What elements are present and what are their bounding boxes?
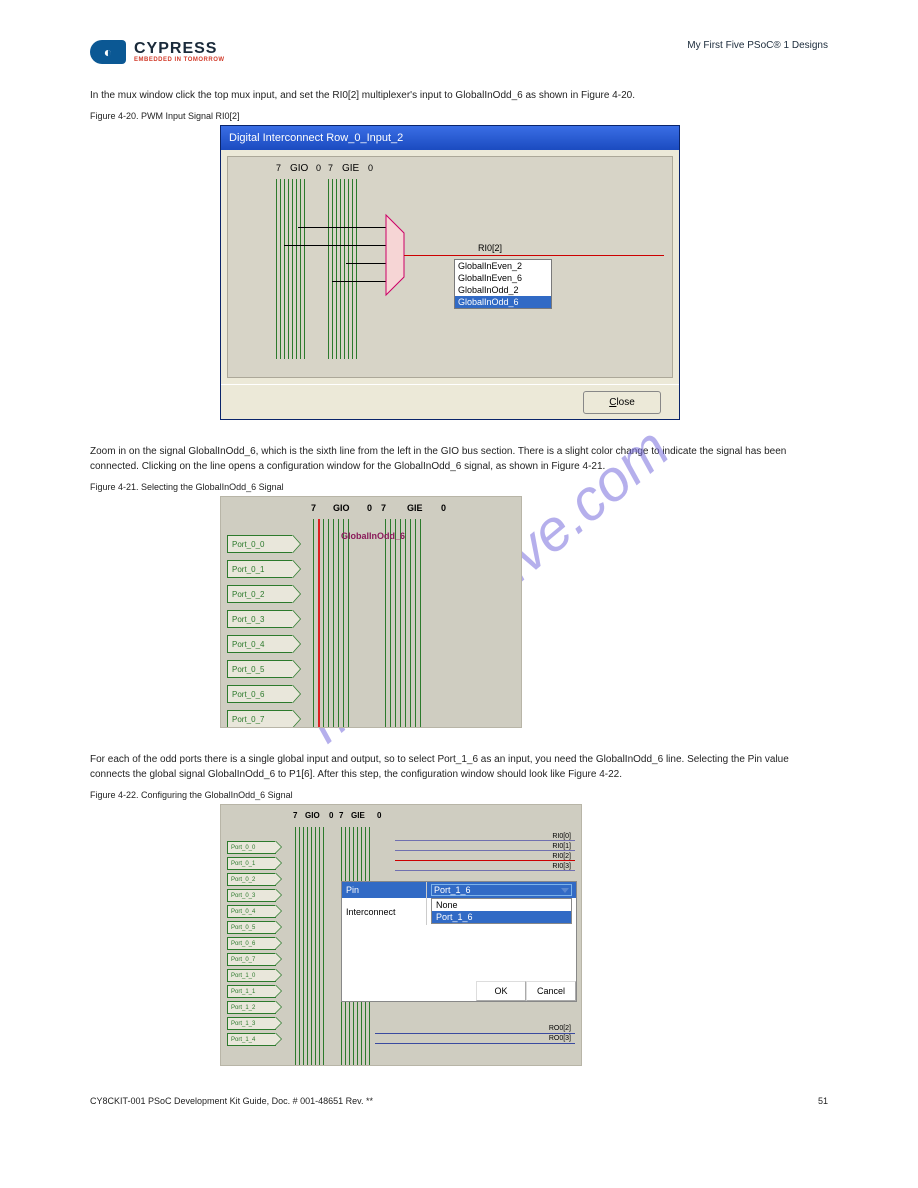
bus-num-0a: 0 bbox=[367, 503, 372, 513]
bus-num-7a: 7 bbox=[293, 811, 297, 820]
mux-icon[interactable] bbox=[384, 213, 406, 297]
bus-label-gie: GIE bbox=[407, 503, 423, 513]
figure-2: 7 GIO 0 7 GIE 0 GlobalInOdd_6 Port_0_0 P… bbox=[220, 496, 522, 728]
dialog-title: Digital Interconnect Row_0_Input_2 bbox=[229, 132, 403, 144]
pin-value: Port_1_6 bbox=[434, 885, 471, 895]
page-number: 51 bbox=[818, 1096, 828, 1106]
port-tag[interactable]: Port_1_0 bbox=[227, 969, 276, 982]
dropdown-option[interactable]: GlobalInEven_2 bbox=[455, 260, 551, 272]
row-output-label: RO0[3] bbox=[549, 1035, 571, 1042]
bus-num-0b: 0 bbox=[441, 503, 446, 513]
port-tag[interactable]: Port_1_2 bbox=[227, 1001, 276, 1014]
cancel-button[interactable]: Cancel bbox=[526, 981, 576, 1001]
signal-label: GlobalInOdd_6 bbox=[341, 531, 405, 541]
dropdown-option[interactable]: GlobalInEven_6 bbox=[455, 272, 551, 284]
footer-doc-id: CY8CKIT-001 PSoC Development Kit Guide, … bbox=[90, 1096, 373, 1106]
paragraph: In the mux window click the top mux inpu… bbox=[90, 88, 828, 103]
bus-num-7a: 7 bbox=[311, 503, 316, 513]
port-tag[interactable]: Port_1_1 bbox=[227, 985, 276, 998]
pin-select[interactable]: Port_1_6 bbox=[431, 884, 572, 896]
mux-input-dropdown[interactable]: GlobalInEven_2 GlobalInEven_6 GlobalInOd… bbox=[454, 259, 552, 309]
bus-num-0b: 0 bbox=[377, 811, 381, 820]
port-tag[interactable]: Port_0_3 bbox=[227, 889, 276, 902]
dropdown-option-selected[interactable]: GlobalInOdd_6 bbox=[455, 296, 551, 308]
row-output-label: RO0[2] bbox=[549, 1025, 571, 1032]
port-tag[interactable]: Port_0_4 bbox=[227, 635, 293, 653]
figure-caption: Figure 4-20. PWM Input Signal RI0[2] bbox=[90, 111, 828, 121]
doc-section-title: My First Five PSoC® 1 Designs bbox=[687, 40, 828, 51]
figure-caption: Figure 4-21. Selecting the GlobalInOdd_6… bbox=[90, 482, 828, 492]
bus-label-gie: GIE bbox=[342, 163, 359, 174]
figure-3: 7 GIO 0 7 GIE 0 RI0[0] RI0[1] RI0[2] RI0… bbox=[220, 804, 582, 1066]
port-tag[interactable]: Port_0_1 bbox=[227, 857, 276, 870]
port-tag[interactable]: Port_0_1 bbox=[227, 560, 293, 578]
bus-label-gio: GIO bbox=[333, 503, 350, 513]
dropdown-option[interactable]: GlobalInOdd_2 bbox=[455, 284, 551, 296]
row-input-label: RI0[3] bbox=[552, 863, 571, 870]
bus-num-0b: 0 bbox=[368, 163, 373, 173]
bus-num-0a: 0 bbox=[329, 811, 333, 820]
port-tag[interactable]: Port_0_2 bbox=[227, 873, 276, 886]
port-tag[interactable]: Port_0_6 bbox=[227, 937, 276, 950]
port-tag[interactable]: Port_0_0 bbox=[227, 535, 293, 553]
paragraph: Zoom in on the signal GlobalInOdd_6, whi… bbox=[90, 444, 828, 474]
paragraph: For each of the odd ports there is a sin… bbox=[90, 752, 828, 782]
port-tag[interactable]: Port_0_7 bbox=[227, 953, 276, 966]
signal-config-panel: Pin Port_1_6 Interconnect None Port_1_6 … bbox=[341, 881, 577, 1002]
bus-num-7a: 7 bbox=[276, 163, 281, 173]
bus-label-gio: GIO bbox=[305, 811, 320, 820]
bus-num-7b: 7 bbox=[328, 163, 333, 173]
logo-subtext: EMBEDDED IN TOMORROW bbox=[134, 57, 225, 63]
pin-row-label: Pin bbox=[342, 882, 427, 898]
port-tag[interactable]: Port_0_5 bbox=[227, 921, 276, 934]
bus-label-gio: GIO bbox=[290, 163, 308, 174]
port-tag[interactable]: Port_0_7 bbox=[227, 710, 293, 728]
bus-num-0a: 0 bbox=[316, 163, 321, 173]
dropdown-option[interactable]: None bbox=[432, 899, 571, 911]
port-tag[interactable]: Port_0_6 bbox=[227, 685, 293, 703]
port-tag[interactable]: Port_0_3 bbox=[227, 610, 293, 628]
dropdown-option-selected[interactable]: Port_1_6 bbox=[432, 911, 571, 923]
logo-mark-icon: ◐ bbox=[90, 40, 126, 64]
figure-caption: Figure 4-22. Configuring the GlobalInOdd… bbox=[90, 790, 828, 800]
chevron-down-icon bbox=[561, 888, 569, 893]
row-input-label: RI0[0] bbox=[552, 833, 571, 840]
figure-1: Digital Interconnect Row_0_Input_2 7 GIO… bbox=[220, 125, 680, 420]
port-tag[interactable]: Port_0_5 bbox=[227, 660, 293, 678]
interconnect-row-label: Interconnect bbox=[342, 898, 427, 925]
selected-signal-line[interactable] bbox=[318, 519, 320, 728]
close-button[interactable]: Close bbox=[583, 391, 661, 414]
output-line bbox=[404, 255, 664, 256]
port-tag[interactable]: Port_0_0 bbox=[227, 841, 276, 854]
port-list: Port_0_0 Port_0_1 Port_0_2 Port_0_3 Port… bbox=[227, 841, 276, 1046]
row-input-label: RI0[1] bbox=[552, 843, 571, 850]
logo-text: CYPRESS bbox=[134, 41, 225, 57]
ok-button[interactable]: OK bbox=[476, 981, 526, 1001]
bus-label-gie: GIE bbox=[351, 811, 365, 820]
pin-dropdown-list[interactable]: None Port_1_6 bbox=[431, 898, 572, 924]
port-tag[interactable]: Port_1_3 bbox=[227, 1017, 276, 1030]
port-list: Port_0_0 Port_0_1 Port_0_2 Port_0_3 Port… bbox=[227, 535, 293, 728]
port-tag[interactable]: Port_0_4 bbox=[227, 905, 276, 918]
port-tag[interactable]: Port_0_2 bbox=[227, 585, 293, 603]
row-input-label: RI0[2] bbox=[552, 853, 571, 860]
output-label: RI0[2] bbox=[478, 243, 502, 253]
bus-num-7b: 7 bbox=[339, 811, 343, 820]
dialog-titlebar: Digital Interconnect Row_0_Input_2 bbox=[221, 126, 679, 150]
port-tag[interactable]: Port_1_4 bbox=[227, 1033, 276, 1046]
bus-num-7b: 7 bbox=[381, 503, 386, 513]
